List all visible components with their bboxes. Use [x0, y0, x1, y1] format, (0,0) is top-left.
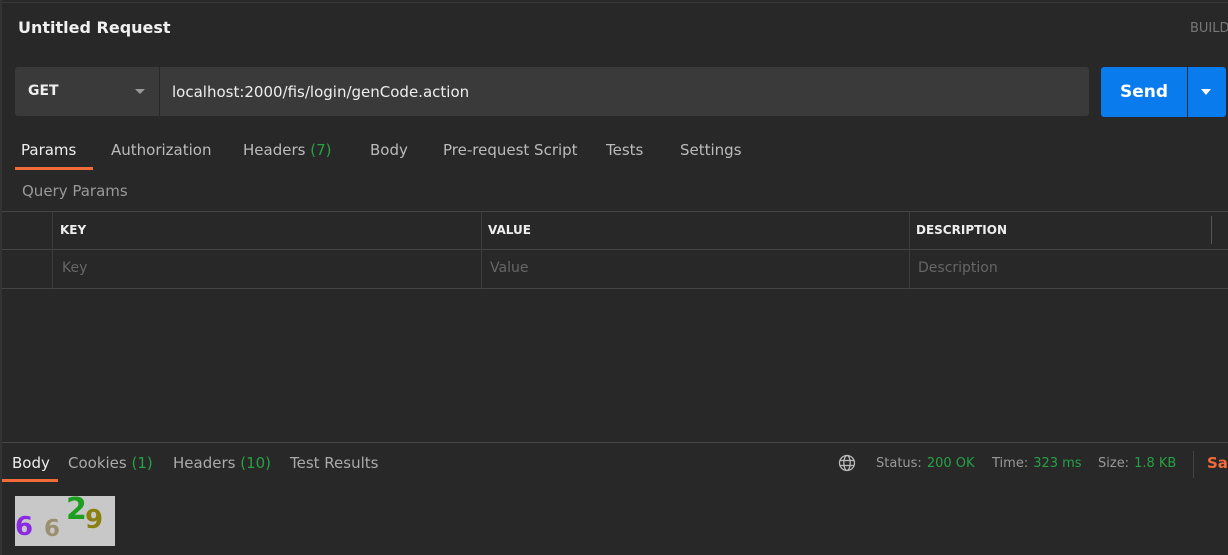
tab-label: Test Results [290, 454, 379, 472]
column-header-key: KEY [60, 223, 87, 237]
request-title[interactable]: Untitled Request [18, 18, 171, 37]
tab-settings[interactable]: Settings [680, 141, 742, 159]
globe-icon[interactable] [838, 454, 856, 472]
response-tab-body[interactable]: Body [12, 454, 50, 472]
column-divider [481, 211, 482, 289]
size-readout: Size: 1.8 KB [1098, 456, 1176, 471]
status-readout: Status: 200 OK [876, 456, 975, 471]
tab-authorization[interactable]: Authorization [111, 141, 211, 159]
captcha-char: 6 [44, 516, 61, 542]
window-tab-strip [0, 0, 1228, 3]
description-input[interactable]: Description [918, 260, 998, 276]
save-response-button[interactable]: Save [1207, 454, 1228, 472]
url-input[interactable] [160, 67, 1089, 116]
response-tab-headers[interactable]: Headers (10) [173, 454, 271, 472]
table-border [2, 211, 1228, 212]
value-input[interactable]: Value [490, 260, 528, 276]
chevron-down-icon [1201, 89, 1211, 95]
tab-label: Pre-request Script [443, 141, 578, 159]
column-divider [909, 211, 910, 289]
query-params-heading: Query Params [22, 182, 128, 200]
column-header-description: DESCRIPTION [916, 223, 1008, 237]
divider [1193, 451, 1194, 478]
tab-tests[interactable]: Tests [606, 141, 643, 159]
tab-body[interactable]: Body [370, 141, 408, 159]
tab-label: Params [21, 141, 77, 159]
tab-label: Authorization [111, 141, 212, 159]
column-divider [52, 211, 53, 289]
tab-label: Body [12, 454, 50, 472]
cookies-count: (1) [131, 454, 153, 472]
key-input[interactable]: Key [62, 260, 87, 276]
active-response-tab-indicator [2, 479, 58, 482]
column-header-value: VALUE [488, 223, 531, 237]
tab-label: Tests [606, 141, 644, 159]
status-label: Status: [876, 456, 922, 471]
time-value: 323 ms [1033, 456, 1082, 471]
chevron-down-icon [135, 89, 145, 94]
response-tab-cookies[interactable]: Cookies (1) [68, 454, 153, 472]
time-label: Time: [992, 456, 1029, 471]
response-tab-test-results[interactable]: Test Results [290, 454, 378, 472]
captcha-char: 2 [66, 492, 87, 527]
active-tab-indicator [15, 167, 93, 170]
size-label: Size: [1098, 456, 1130, 471]
tab-params[interactable]: Params [21, 141, 76, 159]
table-border [2, 288, 1228, 289]
captcha-char: 9 [85, 505, 104, 535]
headers-count: (10) [240, 454, 272, 472]
send-options-button[interactable] [1188, 67, 1226, 117]
tab-headers[interactable]: Headers (7) [243, 141, 331, 159]
tab-label: Settings [680, 141, 742, 159]
table-border [2, 249, 1228, 250]
tab-label: Cookies [68, 454, 127, 472]
method-value: GET [28, 83, 59, 99]
tab-label: Headers [173, 454, 236, 472]
size-value: 1.8 KB [1134, 456, 1177, 471]
tab-label: Body [370, 141, 408, 159]
time-readout: Time: 323 ms [992, 456, 1082, 471]
captcha-char: 6 [15, 512, 34, 542]
tab-label: Headers [243, 141, 306, 159]
status-value: 200 OK [926, 456, 975, 471]
captcha-image: 6 6 2 9 [15, 492, 115, 546]
response-divider[interactable] [2, 442, 1228, 443]
send-button[interactable]: Send [1101, 67, 1187, 117]
tab-pre-request-script[interactable]: Pre-request Script [443, 141, 578, 159]
headers-count: (7) [310, 141, 332, 159]
method-select[interactable]: GET [15, 67, 159, 116]
build-mode-label[interactable]: BUILD [1190, 21, 1228, 36]
column-resize-handle[interactable] [1211, 216, 1212, 244]
left-border [0, 0, 2, 555]
